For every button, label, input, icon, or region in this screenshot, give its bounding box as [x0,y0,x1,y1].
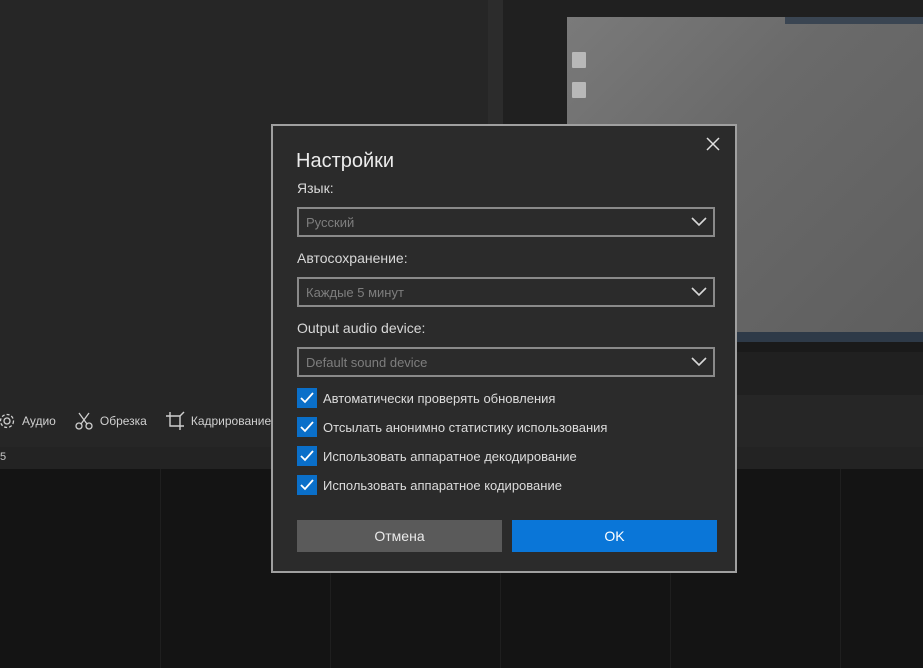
ok-button[interactable]: OK [512,520,717,552]
checkmark-icon [300,450,314,462]
hw-decoding-label: Использовать аппаратное декодирование [323,448,577,464]
audio-device-value: Default sound device [306,354,428,370]
audio-tool-label: Аудио [22,414,56,428]
close-button[interactable] [705,136,721,152]
gear-icon [0,413,15,429]
language-value: Русский [306,214,355,230]
send-stats-label: Отсылать анонимно статистику использован… [323,419,608,435]
audio-device-label: Output audio device: [297,320,426,336]
hw-encoding-checkbox[interactable] [297,475,317,495]
close-icon [706,137,720,151]
audio-device-select[interactable]: Default sound device [297,347,715,377]
crop-tool-label: Кадрирование [190,414,272,428]
chevron-down-icon [691,287,707,297]
timeline-gridline [160,469,161,668]
language-select[interactable]: Русский [297,207,715,237]
check-updates-option[interactable]: Автоматически проверять обновления [297,388,555,408]
send-stats-option[interactable]: Отсылать анонимно статистику использован… [297,417,607,437]
checkmark-icon [300,421,314,433]
trim-tool-label: Обрезка [99,414,147,428]
chevron-down-icon [691,217,707,227]
desktop-file-icon [572,82,586,98]
crop-tool[interactable]: Кадрирование [165,411,271,431]
desktop-file-icon [572,52,586,68]
scissors-icon [75,412,93,430]
hw-decoding-checkbox[interactable] [297,446,317,466]
autosave-select[interactable]: Каждые 5 минут [297,277,715,307]
trim-tool[interactable]: Обрезка [74,411,147,431]
cancel-button[interactable]: Отмена [297,520,502,552]
checkmark-icon [300,479,314,491]
check-updates-checkbox[interactable] [297,388,317,408]
hw-encoding-label: Использовать аппаратное кодирование [323,477,562,493]
hw-encoding-option[interactable]: Использовать аппаратное кодирование [297,475,562,495]
autosave-label: Автосохранение: [297,250,408,266]
hw-decoding-option[interactable]: Использовать аппаратное декодирование [297,446,577,466]
settings-dialog: Настройки Язык: Русский Автосохранение: … [271,124,737,573]
crop-icon [165,411,185,430]
send-stats-checkbox[interactable] [297,417,317,437]
check-updates-label: Автоматически проверять обновления [323,390,556,406]
autosave-value: Каждые 5 минут [306,284,404,300]
audio-tool[interactable]: Аудио [0,412,56,430]
preview-taskbar [785,17,923,24]
chevron-down-icon [691,357,707,367]
language-label: Язык: [297,180,334,196]
checkmark-icon [300,392,314,404]
dialog-title: Настройки [296,150,395,172]
ruler-tick-label: 5 [0,451,7,463]
timeline-gridline [840,469,841,668]
